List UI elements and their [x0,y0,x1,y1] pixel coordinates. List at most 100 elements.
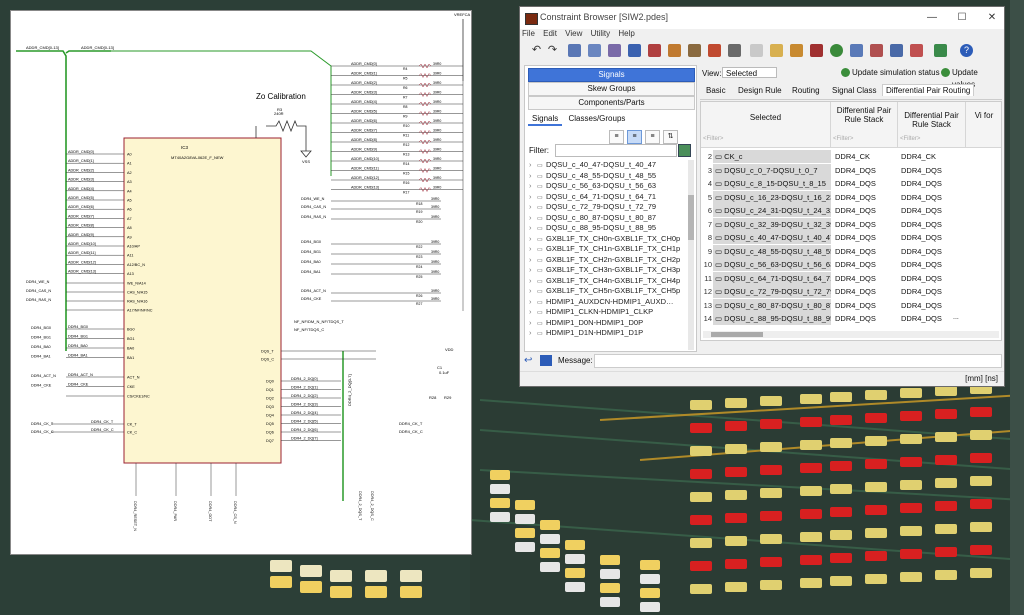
signal-list-item[interactable]: › ▭ HDMIP1_D1N-HDMIP1_D1P [529,328,689,339]
list-tool-icon-2[interactable]: ≡ [627,130,642,144]
tab-signals[interactable]: Signals [528,113,563,126]
arrow-icon[interactable]: ↩ [524,355,536,367]
signal-list-item[interactable]: › ▭ HDMIP1_CLKN-HDMIP1_CLKP [529,307,689,318]
minimize-button[interactable]: — [920,10,944,26]
tool-icon-4[interactable] [628,44,641,57]
tool-icon-14[interactable] [830,44,843,57]
tab-classes-groups[interactable]: Classes/Groups [564,113,629,125]
resistor-ref: R27 [416,302,422,306]
grid-row[interactable]: 14 ▭ DQSU_c_88_95-DQSU_t_88_95 DDR4_DQS DDR… [701,311,1001,325]
tool-icon-7[interactable] [688,44,701,57]
grid-row[interactable]: 2 ▭ CK_c DDR4_CK DDR4_CK [701,150,1001,163]
col-header-via[interactable]: Vi for [966,102,1001,148]
tab-routing[interactable]: Routing [792,86,820,95]
signal-list-item[interactable]: › ▭ GXBL1F_TX_CH4n-GXBL1F_TX_CH4p [529,276,689,287]
maximize-button[interactable]: ☐ [950,10,974,26]
signal-list-item[interactable]: › ▭ DQSU_c_56_63-DQSU_t_56_63 [529,181,689,192]
signal-list-item[interactable]: › ▭ GXBL1F_TX_CH0n-GXBL1F_TX_CH0p [529,234,689,245]
tool-icon-3[interactable] [608,44,621,57]
grid-row[interactable]: 13 ▭ DQSU_c_80_87-DQSU_t_80_87 DDR4_DQS DDR… [701,298,1001,312]
signal-list-item[interactable]: › ▭ DQSU_c_72_79-DQSU_t_72_79 [529,202,689,213]
rule-stack-2-value: DDR4_DQS [901,179,942,188]
tab-signal-class[interactable]: Signal Class [832,86,876,95]
signal-list-item[interactable]: › ▭ GXBL1F_TX_CH1n-GXBL1F_TX_CH1p [529,244,689,255]
menu-help[interactable]: Help [618,29,634,38]
menu-edit[interactable]: Edit [543,29,557,38]
message-field[interactable] [594,354,1002,368]
tool-icon-11[interactable] [770,44,783,57]
help-icon[interactable]: ? [960,44,973,57]
list-scrollbar[interactable] [688,160,694,350]
grid-row[interactable]: 5 ▭ DQSU_c_16_23-DQSU_t_16_23 DDR4_DQS DDR4… [701,190,1001,204]
signal-list-item[interactable]: › ▭ DQSU_c_88_95-DQSU_t_88_95 [529,223,689,234]
pcb-pad [690,400,712,410]
tool-icon-19[interactable] [934,44,947,57]
close-button[interactable]: ✕ [980,10,1004,26]
list-tool-icon-3[interactable]: ≡ [645,130,660,144]
list-scroll-thumb[interactable] [688,195,694,240]
tool-icon-16[interactable] [870,44,883,57]
tab-basic[interactable]: Basic [706,86,726,95]
menu-view[interactable]: View [565,29,582,38]
view-select[interactable]: Selected [722,67,777,78]
row-number: 9 [707,246,712,256]
grid-row[interactable]: 9 ▭ DQSU_c_48_55-DQSU_t_48_55 DDR4_DQS DDR4… [701,244,1001,258]
ctrl-net-label: DDR4_WE_N [26,280,50,284]
col-header-rule-stack-2[interactable]: Differential Pair Rule Stack <Filter> [898,102,966,148]
signal-list-item[interactable]: › ▭ DQSU_c_48_55-DQSU_t_48_55 [529,171,689,182]
nav-skew-groups[interactable]: Skew Groups [528,82,695,96]
update-values-button[interactable]: Update values [940,67,1002,89]
signal-list-item[interactable]: › ▭ HDMIP1_AUXDCN-HDMIP1_AUXD… [529,297,689,308]
list-tool-icon-1[interactable]: ≡ [609,130,624,144]
grid-row[interactable]: 6 ▭ DQSU_c_24_31-DQSU_t_24_31 DDR4_DQS DDR4… [701,204,1001,217]
grid-row[interactable]: 12 ▭ DQSU_c_72_79-DQSU_t_72_79 DDR4_DQS DDR… [701,285,1001,298]
tool-icon-17[interactable] [890,44,903,57]
undo-icon[interactable]: ↶ [530,44,543,57]
nav-components-parts[interactable]: Components/Parts [528,96,695,110]
tool-icon-18[interactable] [910,44,923,57]
update-simulation-status-button[interactable]: Update simulation status [840,67,940,79]
col-header-rule-stack-1[interactable]: Differential Pair Rule Stack <Filter> [831,102,898,148]
tool-icon-12[interactable] [790,44,803,57]
message-icon[interactable] [540,355,552,366]
pcb-pad [490,512,510,522]
grid-scroll-thumb[interactable] [711,332,763,337]
tool-icon-1[interactable] [568,44,581,57]
ck-net-label-2: DDR4_CK_C [91,428,114,432]
ic-pin-label: BG0 [127,328,135,332]
tool-icon-13[interactable] [810,44,823,57]
nav-signals[interactable]: Signals [528,68,695,82]
filter-apply-icon[interactable] [678,144,691,157]
signal-list-item[interactable]: › ▭ DQSU_c_40_47-DQSU_t_40_47 [529,160,689,171]
tool-icon-9[interactable] [728,44,741,57]
signal-list-item[interactable]: › ▭ HDMIP1_D0N-HDMIP1_D0P [529,318,689,329]
grid-row[interactable]: 4 ▭ DQSU_c_8_15-DQSU_t_8_15 DDR4_DQS DDR4_D… [701,177,1001,190]
signal-list-item[interactable]: › ▭ DQSU_c_64_71-DQSU_t_64_71 [529,192,689,203]
menu-file[interactable]: File [522,29,535,38]
menu-utility[interactable]: Utility [591,29,611,38]
col-header-selected[interactable]: Selected <Filter> [701,102,831,148]
ellipsis-button[interactable]: ... [953,311,959,324]
tool-icon-8[interactable] [708,44,721,57]
tool-icon-10[interactable] [750,44,763,57]
grid-row[interactable]: 7 ▭ DQSU_c_32_39-DQSU_t_32_39 DDR4_DQS DDR4… [701,217,1001,231]
grid-row[interactable]: 8 ▭ DQSU_c_40_47-DQSU_t_40_47 DDR4_DQS DDR4… [701,231,1001,244]
grid-row[interactable]: 3 ▭ DQSU_c_0_7-DQSU_t_0_7 DDR4_DQS DDR4_DQS [701,163,1001,177]
tool-icon-2[interactable] [588,44,601,57]
grid-row[interactable]: 10 ▭ DQSU_c_56_63-DQSU_t_56_63 DDR4_DQS DDR… [701,258,1001,271]
tool-icon-5[interactable] [648,44,661,57]
tool-icon-15[interactable] [850,44,863,57]
pcb-pad [515,528,535,538]
redo-icon[interactable]: ↷ [546,44,559,57]
tab-design-rule[interactable]: Design Rule [738,86,782,95]
signal-list-item[interactable]: › ▭ DQSU_c_80_87-DQSU_t_80_87 [529,213,689,224]
filter-input[interactable] [555,144,677,157]
signal-list-item[interactable]: › ▭ GXBL1F_TX_CH2n-GXBL1F_TX_CH2p [529,255,689,266]
grid-hscrollbar[interactable] [703,331,999,338]
signal-list-item[interactable]: › ▭ GXBL1F_TX_CH3n-GXBL1F_TX_CH3p [529,265,689,276]
sort-icon[interactable]: ⇅ [663,130,678,144]
tab-differential-pair-routing[interactable]: Differential Pair Routing [882,84,975,96]
grid-row[interactable]: 11 ▭ DQSU_c_64_71-DQSU_t_64_71 DDR4_DQS DDR… [701,271,1001,285]
signal-list-item[interactable]: › ▭ GXBL1F_TX_CH5n-GXBL1F_TX_CH5p [529,286,689,297]
tool-icon-6[interactable] [668,44,681,57]
